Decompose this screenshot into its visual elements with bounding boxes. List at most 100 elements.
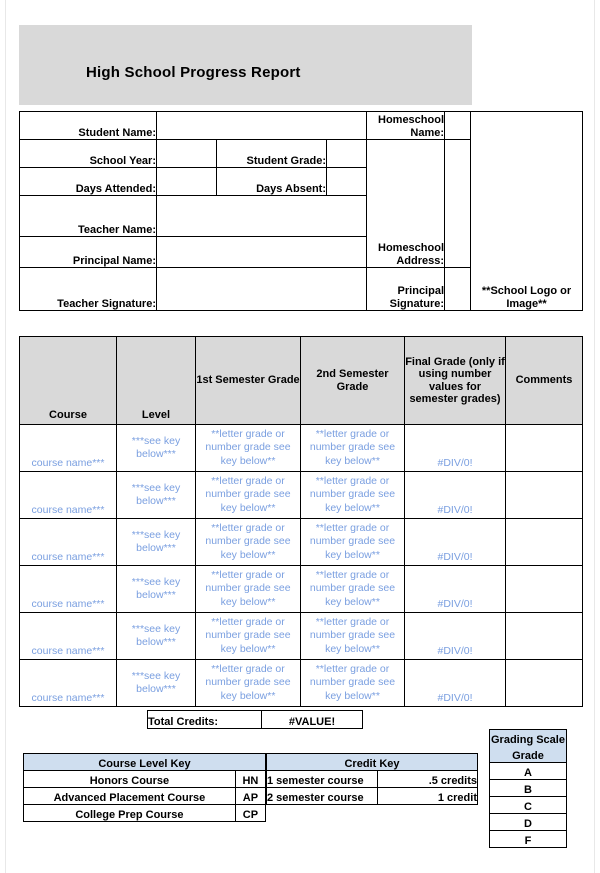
title-banner: High School Progress Report	[19, 25, 472, 105]
level-key-code: AP	[234, 787, 267, 805]
cell-final-grade[interactable]: #DIV/0!	[404, 424, 506, 472]
cell-level[interactable]: ***see key below***	[116, 518, 196, 566]
credit-key-name: 2 semester course	[266, 787, 378, 805]
cell-final-grade[interactable]: #DIV/0!	[404, 659, 506, 707]
grading-scale-column-header: Grade	[489, 746, 567, 763]
list-item: B	[489, 779, 567, 797]
table-row: course name*** ***see key below*** **let…	[19, 518, 583, 566]
field-principal-signature[interactable]	[444, 267, 472, 311]
cell-final-grade[interactable]: #DIV/0!	[404, 612, 506, 660]
grades-body: course name*** ***see key below*** **let…	[19, 424, 583, 707]
cell-comments[interactable]	[505, 659, 583, 707]
cell-sem1-grade[interactable]: **letter grade or number grade see key b…	[195, 424, 301, 472]
field-student-name[interactable]	[155, 111, 368, 140]
cell-course[interactable]: course name***	[19, 471, 117, 519]
label-days-attended: Days Attended:	[19, 167, 157, 196]
table-row: course name*** ***see key below*** **let…	[19, 565, 583, 613]
cell-course[interactable]: course name***	[19, 424, 117, 472]
cell-sem1-grade[interactable]: **letter grade or number grade see key b…	[195, 565, 301, 613]
level-key-code: HN	[234, 770, 267, 788]
student-info-table: Student Name: Homeschool Name: **School L…	[19, 111, 584, 311]
field-homeschool-address[interactable]	[444, 139, 472, 268]
list-item: D	[489, 813, 567, 831]
field-student-grade[interactable]	[325, 139, 368, 168]
cell-sem2-grade[interactable]: **letter grade or number grade see key b…	[300, 424, 405, 472]
cell-sem1-grade[interactable]: **letter grade or number grade see key b…	[195, 659, 301, 707]
cell-final-grade[interactable]: #DIV/0!	[404, 471, 506, 519]
credit-key-value: .5 credits	[376, 770, 479, 788]
cell-level[interactable]: ***see key below***	[116, 659, 196, 707]
column-header-comments: Comments	[505, 336, 583, 425]
cell-sem2-grade[interactable]: **letter grade or number grade see key b…	[300, 565, 405, 613]
value-total-credits[interactable]: #VALUE!	[261, 710, 363, 729]
field-teacher-signature[interactable]	[155, 267, 368, 311]
cell-sem2-grade[interactable]: **letter grade or number grade see key b…	[300, 659, 405, 707]
list-item: F	[489, 830, 567, 848]
list-item: Advanced Placement Course AP	[23, 787, 267, 805]
label-principal-name: Principal Name:	[19, 236, 157, 268]
table-row: course name*** ***see key below*** **let…	[19, 659, 583, 707]
credit-key-spacer-row	[267, 805, 478, 822]
credit-key-spacer	[267, 805, 378, 822]
label-student-grade: Student Grade:	[216, 139, 327, 168]
cell-sem2-grade[interactable]: **letter grade or number grade see key b…	[300, 612, 405, 660]
course-level-key-header-row: Course Level Key	[23, 753, 266, 771]
field-principal-name[interactable]	[155, 236, 368, 268]
list-item: A	[489, 762, 567, 780]
credit-key-spacer	[377, 805, 477, 822]
grading-scale-grade: C	[489, 796, 567, 814]
page-title: High School Progress Report	[86, 63, 301, 81]
label-teacher-name: Teacher Name:	[19, 195, 157, 237]
cell-final-grade[interactable]: #DIV/0!	[404, 518, 506, 566]
credit-key-header-row: Credit Key	[266, 753, 478, 771]
grading-scale-grade: A	[489, 762, 567, 780]
table-row: course name*** ***see key below*** **let…	[19, 424, 583, 472]
field-teacher-name[interactable]	[155, 195, 368, 237]
list-item: Honors Course HN	[23, 770, 267, 788]
cell-sem1-grade[interactable]: **letter grade or number grade see key b…	[195, 471, 301, 519]
cell-sem1-grade[interactable]: **letter grade or number grade see key b…	[195, 612, 301, 660]
field-days-attended[interactable]	[156, 167, 217, 196]
cell-comments[interactable]	[505, 424, 583, 472]
page-margin-guide-left	[5, 0, 6, 873]
cell-comments[interactable]	[505, 565, 583, 613]
cell-comments[interactable]	[505, 518, 583, 566]
cell-comments[interactable]	[505, 612, 583, 660]
cell-course[interactable]: course name***	[19, 518, 117, 566]
cell-sem2-grade[interactable]: **letter grade or number grade see key b…	[300, 518, 405, 566]
progress-report-page: High School Progress Report Student Name…	[0, 0, 600, 873]
column-header-sem2: 2nd Semester Grade	[300, 336, 405, 425]
credit-key-name: 1 semester course	[266, 770, 378, 788]
credit-key-title: Credit Key	[266, 753, 478, 771]
course-grades-table: Course Level 1st Semester Grade 2nd Seme…	[19, 336, 583, 707]
cell-level[interactable]: ***see key below***	[116, 565, 196, 613]
cell-sem1-grade[interactable]: **letter grade or number grade see key b…	[195, 518, 301, 566]
list-item: 1 semester course .5 credits	[266, 770, 479, 788]
cell-level[interactable]: ***see key below***	[116, 424, 196, 472]
field-days-absent[interactable]	[325, 167, 368, 196]
grading-scale-table: Grading Scale Grade A B C D F	[489, 729, 567, 848]
field-school-year[interactable]	[156, 139, 217, 168]
cell-level[interactable]: ***see key below***	[116, 612, 196, 660]
course-level-key-title: Course Level Key	[23, 753, 266, 771]
grading-scale-grade: D	[489, 813, 567, 831]
grading-scale-grade: F	[489, 830, 567, 848]
cell-course[interactable]: course name***	[19, 612, 117, 660]
column-header-final-grade: Final Grade (only if using number values…	[404, 336, 506, 425]
cell-sem2-grade[interactable]: **letter grade or number grade see key b…	[300, 471, 405, 519]
school-logo-placeholder[interactable]: **School Logo or Image**	[470, 111, 584, 311]
list-item: 2 semester course 1 credit	[266, 787, 479, 805]
field-homeschool-name[interactable]	[444, 111, 472, 140]
level-key-name: College Prep Course	[23, 804, 236, 822]
credit-key-table: Credit Key 1 semester course .5 credits …	[266, 753, 479, 822]
cell-course[interactable]: course name***	[19, 659, 117, 707]
cell-comments[interactable]	[505, 471, 583, 519]
cell-course[interactable]: course name***	[19, 565, 117, 613]
cell-final-grade[interactable]: #DIV/0!	[404, 565, 506, 613]
grades-header-row: Course Level 1st Semester Grade 2nd Seme…	[19, 336, 583, 425]
list-item: C	[489, 796, 567, 814]
label-homeschool-address: Homeschool Address:	[366, 139, 446, 268]
course-level-key-table: Course Level Key Honors Course HN Advanc…	[23, 753, 267, 822]
label-teacher-signature: Teacher Signature:	[19, 267, 157, 311]
cell-level[interactable]: ***see key below***	[116, 471, 196, 519]
